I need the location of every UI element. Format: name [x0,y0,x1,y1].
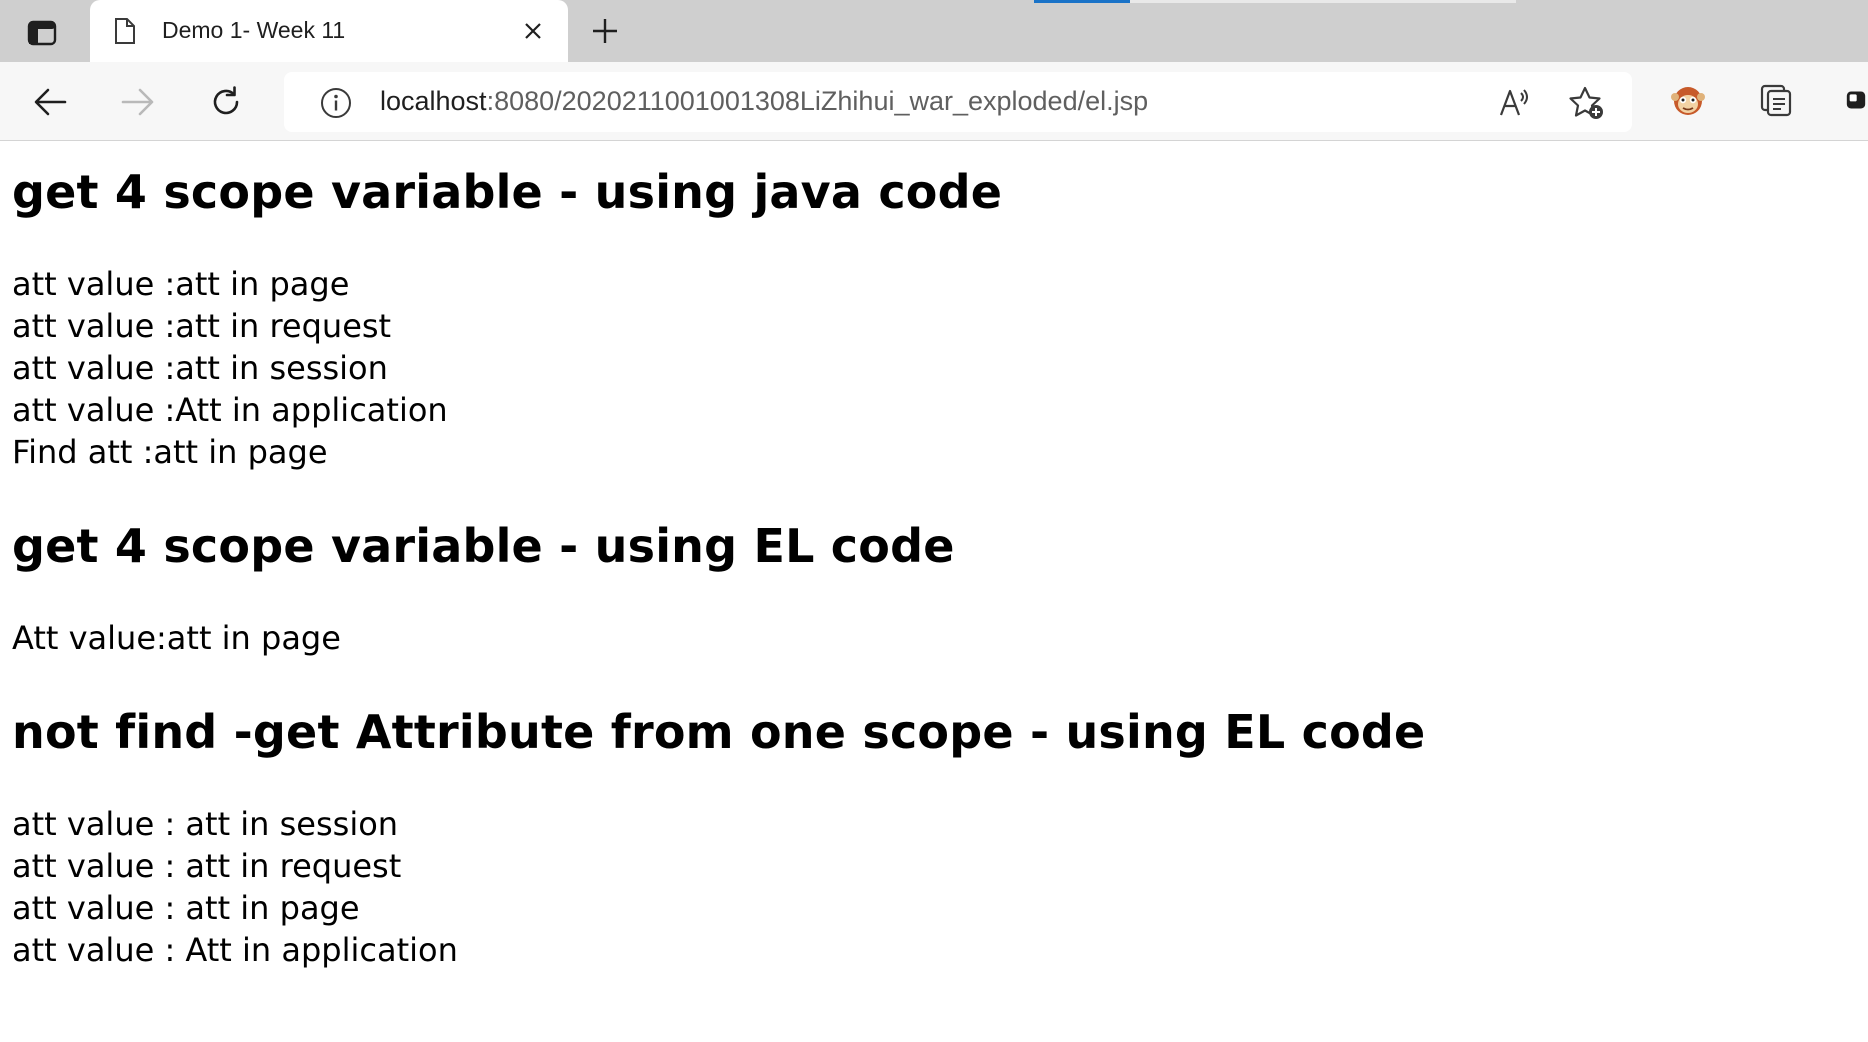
section-heading-not-find: not find -get Attribute from one scope -… [12,705,1426,759]
output-line: att value :att in page [12,265,350,303]
output-line: att value : att in request [12,847,402,885]
tab-title: Demo 1- Week 11 [162,17,346,43]
tab-actions-icon[interactable] [20,13,64,53]
arrow-left-icon[interactable] [28,80,72,124]
address-bar[interactable]: localhost:8080/2020211001001308LiZhihui_… [284,72,1632,132]
output-line: att value :att in session [12,349,388,387]
section-heading-el: get 4 scope variable - using EL code [12,519,955,573]
arrow-right-icon[interactable] [116,80,160,124]
output-line: att value : att in page [12,889,360,927]
monkey-extension-icon[interactable] [1668,80,1708,120]
output-line: att value :att in request [12,307,392,345]
el-scope-output: Att value:att in page [12,617,341,659]
close-icon[interactable] [518,16,548,46]
loading-progress-track [1130,0,1516,3]
section-heading-java: get 4 scope variable - using java code [12,165,1003,219]
url-host: localhost [380,86,487,116]
profile-icon[interactable] [1844,80,1868,120]
add-favorite-icon[interactable] [1568,84,1606,122]
el-one-scope-output: att value : att in session att value : a… [12,803,458,971]
refresh-icon[interactable] [204,80,248,124]
output-line: att value : att in session [12,805,399,843]
output-line: Att value:att in page [12,619,341,657]
tab-strip: Demo 1- Week 11 [0,0,1868,62]
output-line: att value :Att in application [12,391,448,429]
info-icon[interactable] [320,87,352,119]
java-scope-output: att value :att in page att value :att in… [12,263,448,473]
plus-icon[interactable] [586,12,624,50]
output-line: att value : Att in application [12,931,458,969]
collections-icon[interactable] [1756,80,1796,120]
browser-toolbar: localhost:8080/2020211001001308LiZhihui_… [0,62,1868,141]
read-aloud-icon[interactable] [1496,84,1534,122]
active-tab[interactable]: Demo 1- Week 11 [90,0,568,62]
url-path: :8080/2020211001001308LiZhihui_war_explo… [486,86,1149,116]
document-icon [112,17,138,45]
output-line: Find att :att in page [12,433,328,471]
url-text[interactable]: localhost:8080/2020211001001308LiZhihui_… [380,86,1148,117]
loading-progress-bar [1034,0,1130,3]
